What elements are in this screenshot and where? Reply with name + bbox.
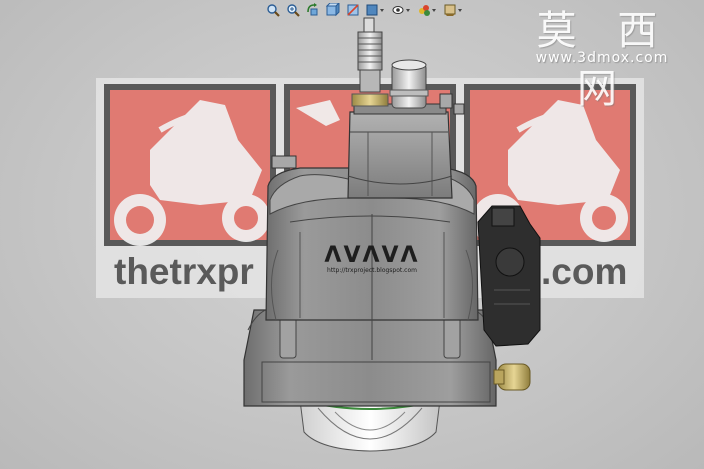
view-orientation-icon xyxy=(326,3,340,17)
cylinder-head xyxy=(347,103,453,199)
engine-logo-url: http://trxproject.blogspot.com xyxy=(327,267,417,274)
appearance-icon xyxy=(419,5,436,16)
scene-icon xyxy=(444,4,462,16)
section-view-button[interactable] xyxy=(344,2,362,19)
display-style-button[interactable] xyxy=(364,2,388,19)
edit-appearance-button[interactable] xyxy=(416,2,440,19)
hide-show-icon xyxy=(392,6,410,14)
intake-bell xyxy=(299,399,441,452)
section-view-icon xyxy=(347,4,359,16)
display-style-icon xyxy=(366,4,384,16)
heads-up-view-toolbar xyxy=(264,1,466,19)
hide-show-items-button[interactable] xyxy=(390,2,414,19)
engine-logo: ΛVΛVΛ xyxy=(324,243,419,268)
rotate-view-icon xyxy=(307,3,318,16)
apply-scene-button[interactable] xyxy=(442,2,466,19)
zoom-area-button[interactable] xyxy=(284,2,302,19)
coolant-fitting xyxy=(493,363,531,391)
ignition-module xyxy=(477,205,541,347)
zoom-fit-button[interactable] xyxy=(264,2,282,19)
crankcase xyxy=(243,305,497,407)
rotate-view-button[interactable] xyxy=(304,2,322,19)
zoom-area-icon xyxy=(287,4,300,17)
view-orientation-button[interactable] xyxy=(324,2,342,19)
zoom-fit-icon xyxy=(267,4,280,17)
watermark-site-url: www.3dmox.com xyxy=(535,50,669,66)
coolant-outlet xyxy=(389,59,429,109)
banner-text-right: .com xyxy=(541,251,627,292)
banner-text-left: thetrxpr xyxy=(114,251,254,292)
